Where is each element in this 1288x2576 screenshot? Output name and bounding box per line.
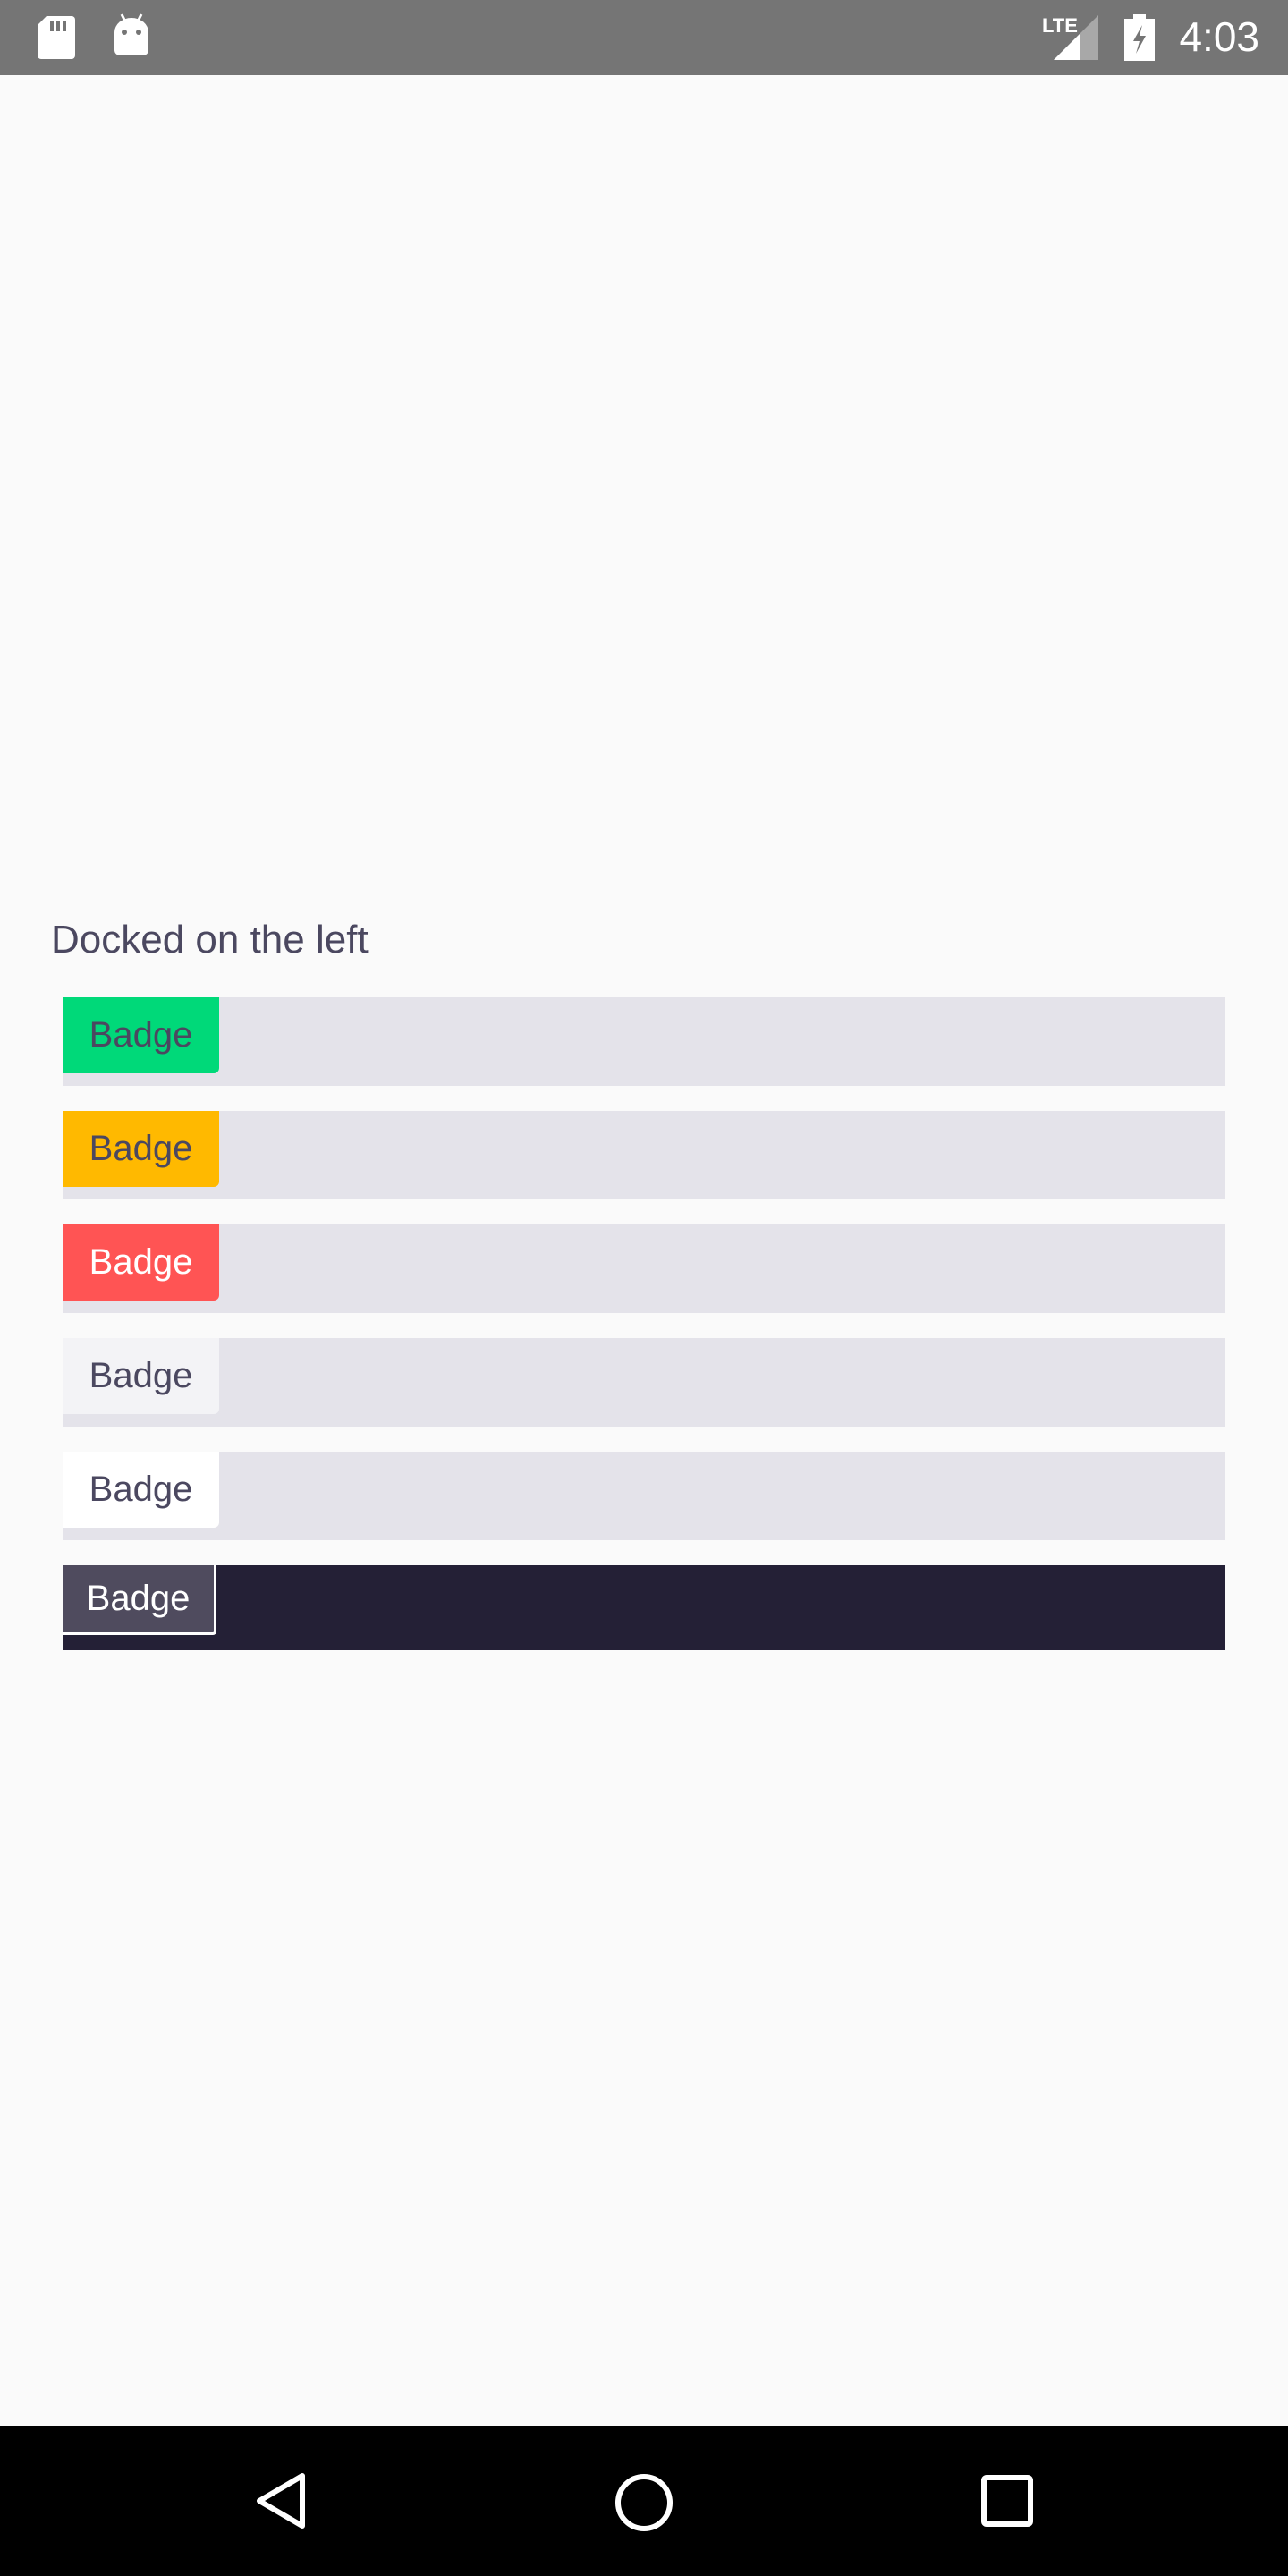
badge-row-danger: Badge bbox=[63, 1224, 1225, 1313]
sd-card-icon bbox=[38, 16, 75, 59]
battery-charging-icon bbox=[1124, 14, 1155, 61]
home-icon[interactable] bbox=[614, 2472, 674, 2533]
back-icon[interactable] bbox=[254, 2472, 308, 2529]
badge-white: Badge bbox=[63, 1452, 219, 1528]
status-bar: LTE 4:03 bbox=[0, 0, 1288, 75]
badge-row-dark: Badge bbox=[63, 1565, 1225, 1650]
signal-icon bbox=[1054, 15, 1098, 60]
android-icon bbox=[114, 13, 148, 55]
clock: 4:03 bbox=[1179, 13, 1259, 60]
badge-warning: Badge bbox=[63, 1111, 219, 1187]
navigation-bar bbox=[0, 2426, 1288, 2576]
badge-row-white: Badge bbox=[63, 1452, 1225, 1540]
badge-row-warning: Badge bbox=[63, 1111, 1225, 1199]
badge-light: Badge bbox=[63, 1338, 219, 1414]
badge-row-light: Badge bbox=[63, 1338, 1225, 1427]
section-title: Docked on the left bbox=[51, 918, 369, 962]
badge-dark: Badge bbox=[63, 1565, 216, 1635]
badge-danger: Badge bbox=[63, 1224, 219, 1301]
badge-row-success: Badge bbox=[63, 997, 1225, 1086]
badge-success: Badge bbox=[63, 997, 219, 1073]
recents-icon[interactable] bbox=[980, 2474, 1034, 2528]
